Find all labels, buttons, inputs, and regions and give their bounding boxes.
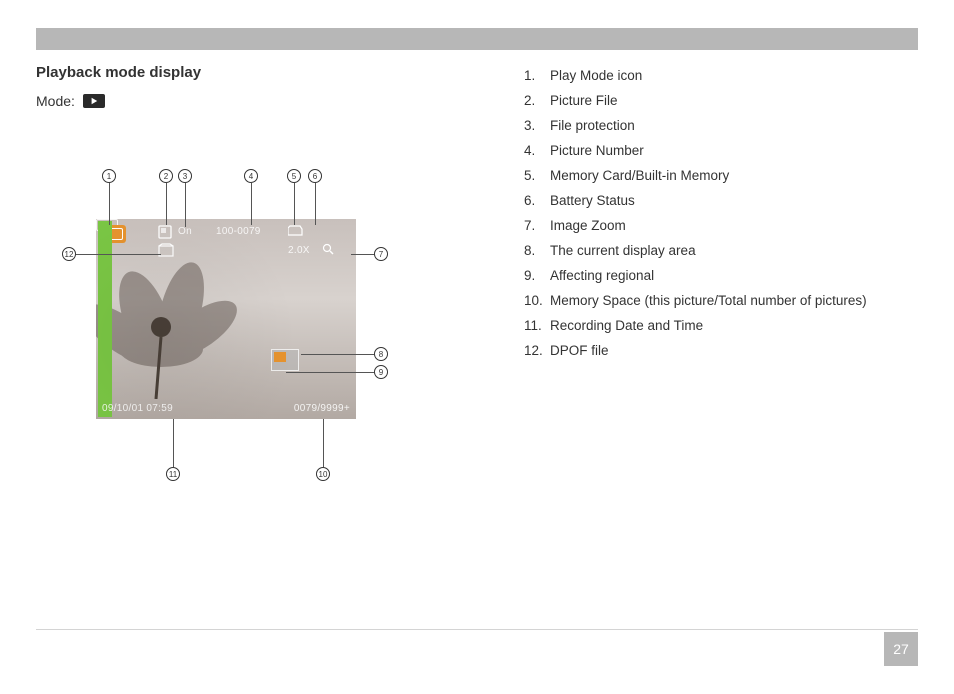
manual-page: Playback mode display Mode: 1 2 3 4 5 6 … xyxy=(0,0,954,694)
legend-item: 3.File protection xyxy=(524,114,918,139)
memory-space-label: 0079/9999+ xyxy=(294,403,350,414)
callout-11: 11 xyxy=(166,467,180,481)
header-bar xyxy=(36,28,918,50)
callout-8: 8 xyxy=(374,347,388,361)
callout-7: 7 xyxy=(374,247,388,261)
file-protection-label: On xyxy=(178,226,192,237)
memory-card-icon xyxy=(288,225,304,237)
legend-item: 1.Play Mode icon xyxy=(524,64,918,89)
battery-status-icon xyxy=(96,219,118,231)
legend-item: 6.Battery Status xyxy=(524,189,918,214)
callout-diagram: 1 2 3 4 5 6 7 8 9 10 11 12 xyxy=(46,169,446,489)
section-title: Playback mode display xyxy=(36,64,466,81)
callout-2: 2 xyxy=(159,169,173,183)
callout-6: 6 xyxy=(308,169,322,183)
flower-image xyxy=(96,249,266,399)
callout-4: 4 xyxy=(244,169,258,183)
legend-item: 5.Memory Card/Built-in Memory xyxy=(524,164,918,189)
current-display-area-box xyxy=(271,349,299,371)
callout-9: 9 xyxy=(374,365,388,379)
legend-item: 9.Affecting regional xyxy=(524,264,918,289)
recording-date-time-label: 09/10/01 07:59 xyxy=(102,403,173,414)
legend-item: 7. Image Zoom xyxy=(524,214,918,239)
legend-item: 4.Picture Number xyxy=(524,139,918,164)
footer-rule xyxy=(36,629,918,630)
affecting-regional-box xyxy=(274,352,286,362)
magnifier-icon xyxy=(322,243,334,255)
legend-item: 2.Picture File xyxy=(524,89,918,114)
playback-mode-icon xyxy=(83,94,105,108)
lcd-screen-preview: On 100-0079 2.0X 09/10/01 xyxy=(96,219,356,419)
callout-10: 10 xyxy=(316,467,330,481)
picture-file-icon xyxy=(158,225,172,239)
legend-item: 10.Memory Space (this picture/Total numb… xyxy=(524,289,918,314)
callout-1: 1 xyxy=(102,169,116,183)
callout-5: 5 xyxy=(287,169,301,183)
legend-item: 11.Recording Date and Time xyxy=(524,314,918,339)
legend-list: 1.Play Mode icon 2.Picture File 3.File p… xyxy=(524,64,918,364)
legend-column: 1.Play Mode icon 2.Picture File 3.File p… xyxy=(524,64,918,489)
page-number: 27 xyxy=(884,632,918,666)
left-column: Playback mode display Mode: 1 2 3 4 5 6 … xyxy=(36,64,466,489)
mode-line: Mode: xyxy=(36,93,466,109)
mode-label: Mode: xyxy=(36,93,75,109)
callout-12: 12 xyxy=(62,247,76,261)
legend-item: 8.The current display area xyxy=(524,239,918,264)
legend-item: 12.DPOF file xyxy=(524,339,918,364)
zoom-value-label: 2.0X xyxy=(288,245,310,256)
picture-number-label: 100-0079 xyxy=(216,226,261,237)
callout-3: 3 xyxy=(178,169,192,183)
play-mode-icon xyxy=(102,225,126,243)
